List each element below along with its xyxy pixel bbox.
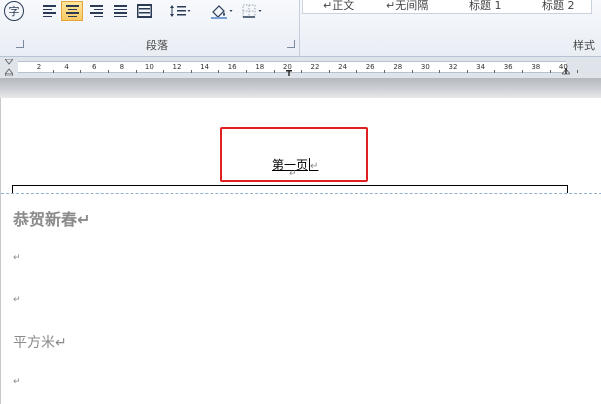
align-center-button[interactable] [61, 1, 83, 21]
header-boundary-dashed-line [1, 193, 601, 194]
ruler-tick [301, 70, 303, 73]
ruler-number: 26 [365, 63, 375, 71]
ruler-tick [108, 70, 109, 73]
line-spacing-icon [170, 5, 191, 17]
ruler-tick [218, 70, 220, 73]
distributed-icon [136, 4, 152, 18]
ruler-tick [549, 70, 551, 73]
ruler-number: 30 [420, 63, 430, 71]
header-separator-line [12, 185, 568, 186]
line-spacing-button[interactable] [166, 1, 194, 21]
justify-button[interactable] [109, 1, 131, 21]
ruler-number: 22 [310, 63, 320, 71]
ruler-number: 2 [36, 63, 42, 71]
ruler-number: 36 [503, 63, 513, 71]
paragraph-dialog-launcher-icon[interactable] [287, 40, 295, 48]
ruler-tick [135, 70, 137, 73]
ruler-tick [246, 70, 247, 73]
ruler-number: 6 [91, 63, 97, 71]
style-normal[interactable]: ↵正文 [323, 0, 354, 13]
header-line-left-end [12, 185, 13, 193]
header-line-right-end [567, 185, 568, 193]
distributed-button[interactable] [133, 1, 155, 21]
ruler-tick [522, 70, 523, 73]
left-indent-marker-icon[interactable] [5, 59, 13, 76]
ruler-tick [466, 70, 468, 73]
style-heading-1[interactable]: 标题 1 [469, 0, 502, 13]
character-icon: 字 [8, 5, 20, 18]
ruler-number: 28 [393, 63, 403, 71]
body-text[interactable]: 平方米↵ [13, 332, 67, 352]
ribbon: 字 段落 样式 ↵正文 ↵无间隔 标题 1 标题 2 [0, 0, 601, 57]
shading-button[interactable] [208, 1, 236, 21]
paragraph-group: 字 段落 [0, 0, 300, 57]
ruler-number: 20 [282, 63, 292, 71]
ruler-tick [190, 70, 192, 73]
ruler-number: 14 [200, 63, 210, 71]
ruler-tick [52, 70, 54, 73]
align-left-button[interactable] [38, 1, 60, 21]
ruler-tick [356, 70, 358, 73]
ruler-tick [411, 70, 413, 73]
style-heading-2[interactable]: 标题 2 [542, 0, 575, 13]
ruler-number: 4 [64, 63, 69, 71]
paragraph-mark: ↵ [310, 161, 319, 172]
style-no-spacing[interactable]: ↵无间隔 [386, 0, 428, 13]
shading-icon [211, 5, 233, 19]
ruler-tick [328, 70, 330, 73]
ruler-number: 16 [227, 63, 237, 71]
ruler-number: 34 [476, 63, 486, 71]
paragraph-group-label: 段落 [146, 39, 168, 52]
page-gap [0, 78, 601, 98]
borders-button[interactable] [240, 1, 268, 21]
ruler-number: 24 [338, 63, 348, 71]
ruler-tick [163, 70, 165, 73]
align-right-button[interactable] [85, 1, 107, 21]
justify-icon [113, 5, 127, 17]
header-empty-paragraph: ↵ [289, 169, 297, 179]
ruler-number: 40 [558, 63, 568, 71]
borders-icon [242, 4, 262, 18]
ruler-tick [439, 70, 441, 73]
character-border-button[interactable]: 字 [4, 1, 24, 21]
empty-paragraph-2[interactable]: ↵ [13, 295, 21, 305]
ruler-number: 32 [448, 63, 458, 71]
align-right-icon [89, 5, 103, 17]
ruler-tick [577, 70, 579, 73]
styles-gallery[interactable]: ↵正文 ↵无间隔 标题 1 标题 2 [302, 0, 592, 14]
ruler-number: 10 [144, 63, 154, 71]
document-page[interactable]: 第一页 ↵ ↵ 恭贺新春↵ ↵ ↵ 平方米↵ ↵ [0, 98, 601, 404]
ruler-tick [494, 70, 496, 73]
styles-group-label: 样式 [573, 39, 595, 52]
ruler-number: 18 [255, 63, 265, 71]
document-heading[interactable]: 恭贺新春↵ [13, 206, 90, 230]
ruler-number: 8 [119, 63, 125, 71]
font-dialog-launcher[interactable] [16, 40, 24, 48]
ruler-number: 38 [531, 63, 541, 71]
empty-paragraph-1[interactable]: ↵ [13, 253, 21, 263]
ruler-tick [273, 70, 275, 73]
ruler-tick [384, 70, 385, 73]
empty-paragraph-3[interactable]: ↵ [13, 377, 21, 387]
ruler-tick [80, 70, 82, 73]
align-center-icon [65, 5, 79, 17]
align-left-icon [42, 5, 56, 17]
horizontal-ruler[interactable]: 2 4 6 8 10 12 14 16 18 20 22 24 26 28 30 32 34 36 38 40 [0, 57, 601, 78]
ruler-number: 12 [172, 63, 182, 71]
